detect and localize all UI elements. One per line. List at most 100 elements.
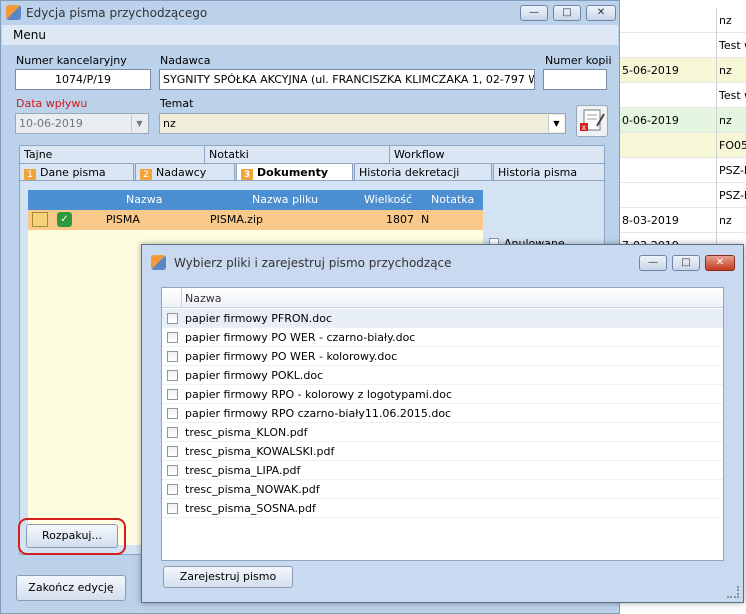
tab-historia-pisma[interactable]: Historia pisma <box>493 163 605 181</box>
main-titlebar: Edycja pisma przychodzącego — □ ✕ <box>1 1 619 25</box>
dropdown-arrow-icon[interactable]: ▼ <box>548 115 564 132</box>
column-header[interactable]: Nazwa <box>185 292 221 305</box>
list-item[interactable]: tresc_pisma_SOSNA.pdf <box>162 499 723 518</box>
tab-tajne[interactable]: Tajne <box>19 145 205 163</box>
kopii-field[interactable] <box>543 69 607 90</box>
dropdown-arrow-icon[interactable]: ▼ <box>131 115 147 132</box>
file-name: tresc_pisma_KOWALSKI.pdf <box>185 445 335 458</box>
column-header[interactable]: Wielkość <box>364 193 412 206</box>
file-checkbox[interactable] <box>167 408 178 419</box>
close-icon[interactable]: ✕ <box>586 5 616 21</box>
list-item[interactable]: tresc_pisma_LIPA.pdf <box>162 461 723 480</box>
list-item[interactable]: tresc_pisma_NOWAK.pdf <box>162 480 723 499</box>
column-header[interactable]: Nazwa <box>126 193 162 206</box>
file-name: tresc_pisma_KLON.pdf <box>185 426 308 439</box>
file-checkbox[interactable] <box>167 427 178 438</box>
background-row-text: FO05 <box>716 133 746 158</box>
background-row-date: 5-06-2019 <box>622 64 679 77</box>
file-name: papier firmowy RPO czarno-biały11.06.201… <box>185 407 452 420</box>
kopii-label: Numer kopii <box>545 54 612 67</box>
background-row[interactable]: 8-03-2019 nz <box>620 208 746 233</box>
tab-notatki[interactable]: Notatki <box>204 145 390 163</box>
background-row[interactable]: 5-06-2019 nz <box>620 58 746 83</box>
zarejestruj-pismo-button[interactable]: Zarejestruj pismo <box>163 566 293 588</box>
column-header[interactable]: Nazwa pliku <box>252 193 318 206</box>
background-row-text: nz <box>716 108 746 133</box>
rozpakuj-button[interactable]: Rozpakuj... <box>26 524 118 548</box>
file-checkbox[interactable] <box>167 484 178 495</box>
background-row[interactable]: PSZ-I <box>620 158 746 183</box>
list-item[interactable]: papier firmowy POKL.doc <box>162 366 723 385</box>
file-checkbox[interactable] <box>167 370 178 381</box>
file-checkbox[interactable] <box>167 313 178 324</box>
file-checkbox[interactable] <box>167 465 178 476</box>
dialog-title: Wybierz pliki i zarejestruj pismo przych… <box>174 256 452 270</box>
row-notatka: N <box>421 213 430 226</box>
data-wplywu-value: 10-06-2019 <box>19 117 83 130</box>
menu-item-menu[interactable]: Menu <box>13 28 46 42</box>
background-row[interactable]: PSZ-I <box>620 183 746 208</box>
tab-dokumenty[interactable]: 3 Dokumenty <box>236 163 353 181</box>
file-name: papier firmowy PO WER - czarno-biały.doc <box>185 331 416 344</box>
app-icon <box>151 255 166 270</box>
zip-file-icon <box>32 212 48 227</box>
tab-workflow[interactable]: Workflow <box>389 145 605 163</box>
file-checkbox[interactable] <box>167 446 178 457</box>
file-checkbox[interactable] <box>167 503 178 514</box>
resize-grip-icon[interactable] <box>727 586 739 598</box>
grid-header: Nazwa Nazwa pliku Wielkość Notatka <box>28 190 483 210</box>
file-checkbox[interactable] <box>167 351 178 362</box>
background-row[interactable]: nz <box>620 8 746 33</box>
list-item[interactable]: tresc_pisma_KLON.pdf <box>162 423 723 442</box>
background-row-date: 8-03-2019 <box>622 214 679 227</box>
temat-label: Temat <box>160 97 194 110</box>
row-nazwa: PISMA <box>106 213 140 226</box>
file-name: papier firmowy POKL.doc <box>185 369 324 382</box>
nadawca-field[interactable]: SYGNITY SPÓŁKA AKCYJNA (ul. FRANCISZKA K… <box>159 69 535 90</box>
temat-value: nz <box>163 117 176 130</box>
zakoncz-edycje-button[interactable]: Zakończ edycję <box>16 575 126 601</box>
minimize-icon[interactable]: — <box>639 255 667 271</box>
file-checkbox[interactable] <box>167 389 178 400</box>
minimize-icon[interactable]: — <box>520 5 548 21</box>
list-item[interactable]: tresc_pisma_KOWALSKI.pdf <box>162 442 723 461</box>
data-wplywu-field[interactable]: 10-06-2019 ▼ <box>15 113 149 134</box>
file-name: papier firmowy PFRON.doc <box>185 312 333 325</box>
file-list-header: Nazwa <box>162 288 723 308</box>
dialog-titlebar: Wybierz pliki i zarejestruj pismo przych… <box>142 245 743 279</box>
row-wielkosc: 1807 <box>386 213 414 226</box>
column-header[interactable]: Notatka <box>431 193 474 206</box>
tab-historia-dekretacji[interactable]: Historia dekretacji <box>354 163 492 181</box>
edit-document-icon[interactable]: x <box>576 105 608 137</box>
data-wplywu-label: Data wpływu <box>16 97 88 110</box>
numer-field[interactable]: 1074/P/19 <box>15 69 151 90</box>
background-row-text: PSZ-I <box>716 183 746 208</box>
tab-dane-pisma[interactable]: 1 Dane pisma <box>19 163 134 181</box>
background-row[interactable]: FO05 <box>620 133 746 158</box>
numer-label: Numer kancelaryjny <box>16 54 127 67</box>
file-list: Nazwa papier firmowy PFRON.doc papier fir… <box>161 287 724 561</box>
tab-label: Dokumenty <box>257 166 329 179</box>
table-row[interactable]: ✓ PISMA PISMA.zip 1807 N <box>28 210 483 230</box>
list-item[interactable]: papier firmowy RPO czarno-biały11.06.201… <box>162 404 723 423</box>
background-row-text: PSZ-I <box>716 158 746 183</box>
temat-field[interactable]: nz ▼ <box>159 113 566 134</box>
list-item[interactable]: papier firmowy PO WER - czarno-biały.doc <box>162 328 723 347</box>
list-item[interactable]: papier firmowy RPO - kolorowy z logotypa… <box>162 385 723 404</box>
app-icon <box>6 5 21 20</box>
background-row[interactable]: Test w <box>620 33 746 58</box>
background-row-date: 0-06-2019 <box>622 114 679 127</box>
maximize-icon[interactable]: □ <box>553 5 581 21</box>
list-item[interactable]: papier firmowy PFRON.doc <box>162 309 723 328</box>
maximize-icon[interactable]: □ <box>672 255 700 271</box>
file-name: papier firmowy RPO - kolorowy z logotypa… <box>185 388 453 401</box>
tab-nadawcy[interactable]: 2 Nadawcy <box>135 163 235 181</box>
list-item[interactable]: papier firmowy PO WER - kolorowy.doc <box>162 347 723 366</box>
background-row[interactable]: Test w <box>620 83 746 108</box>
tab-label: Dane pisma <box>40 166 106 179</box>
file-name: papier firmowy PO WER - kolorowy.doc <box>185 350 398 363</box>
menu-bar: Menu <box>2 25 618 45</box>
close-icon[interactable]: ✕ <box>705 255 735 271</box>
background-row[interactable]: 0-06-2019 nz <box>620 108 746 133</box>
file-checkbox[interactable] <box>167 332 178 343</box>
